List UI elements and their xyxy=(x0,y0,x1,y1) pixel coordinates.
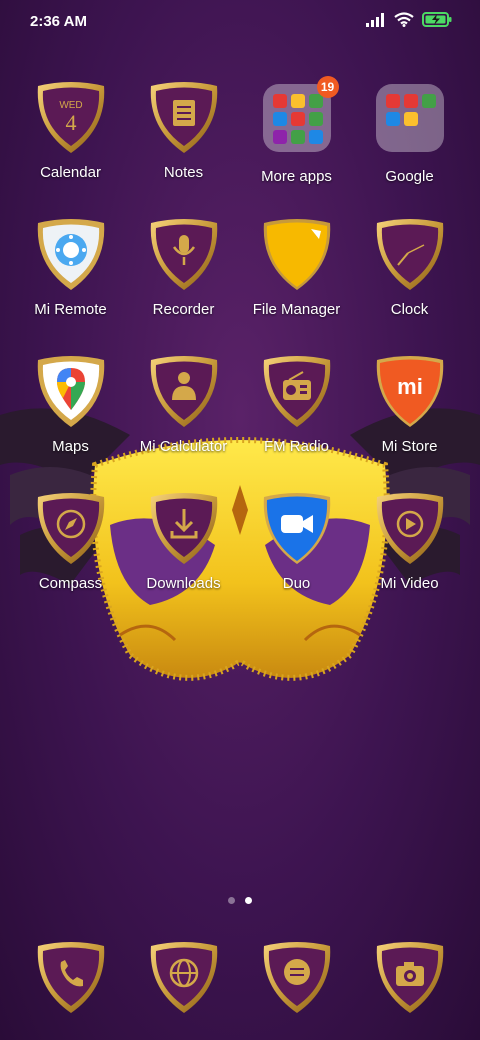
app-label: Mi Remote xyxy=(34,301,107,318)
app-label: Recorder xyxy=(152,301,215,318)
app-label: Duo xyxy=(282,575,311,592)
calendar-date: 4 xyxy=(65,110,76,135)
app-google[interactable]: Google xyxy=(353,80,466,185)
message-icon xyxy=(259,940,335,1016)
app-mi-store[interactable]: mi Mi Store xyxy=(353,354,466,455)
app-clock[interactable]: Clock xyxy=(353,217,466,318)
download-icon xyxy=(146,491,222,567)
app-label: Mi Calculator xyxy=(139,438,228,455)
app-mi-remote[interactable]: Mi Remote xyxy=(14,217,127,318)
page-dot[interactable] xyxy=(228,897,235,904)
app-downloads[interactable]: Downloads xyxy=(127,491,240,592)
calendar-icon: WED 4 xyxy=(33,80,109,156)
file-manager-icon xyxy=(259,217,335,293)
app-file-manager[interactable]: File Manager xyxy=(240,217,353,318)
app-more-apps[interactable]: 19 More apps xyxy=(240,76,353,185)
svg-text:mi: mi xyxy=(397,374,423,399)
play-icon xyxy=(372,491,448,567)
folder-preview xyxy=(375,84,444,152)
wifi-icon xyxy=(394,12,414,27)
radio-icon xyxy=(259,354,335,430)
folder-preview: 19 xyxy=(262,76,339,152)
battery-charging-icon xyxy=(422,12,452,27)
dock-phone-app[interactable] xyxy=(14,940,127,1016)
remote-icon xyxy=(33,217,109,293)
video-camera-icon xyxy=(259,491,335,567)
status-bar: 2:36 AM xyxy=(0,0,480,44)
dock-globe-app[interactable] xyxy=(127,940,240,1016)
signal-icon xyxy=(366,12,384,27)
app-compass[interactable]: Compass xyxy=(14,491,127,592)
app-mi-calculator[interactable]: Mi Calculator xyxy=(127,354,240,455)
app-duo[interactable]: Duo xyxy=(240,491,353,592)
camera-icon xyxy=(372,940,448,1016)
app-label: Mi Video xyxy=(380,575,439,592)
calculator-icon xyxy=(146,354,222,430)
app-label: Calendar xyxy=(40,164,101,181)
app-label: More apps xyxy=(261,168,332,185)
app-label: Clock xyxy=(390,301,429,318)
app-label: Notes xyxy=(163,164,204,181)
dock-camera-app[interactable] xyxy=(353,940,466,1016)
app-mi-video[interactable]: Mi Video xyxy=(353,491,466,592)
app-calendar[interactable]: WED 4 Calendar xyxy=(14,80,127,181)
maps-pin-icon xyxy=(33,354,109,430)
app-notes[interactable]: Notes xyxy=(127,80,240,181)
app-label: FM Radio xyxy=(263,438,330,455)
app-maps[interactable]: Maps xyxy=(14,354,127,455)
folder-icon: 19 xyxy=(259,76,339,160)
mi-store-icon: mi xyxy=(372,354,448,430)
notes-icon xyxy=(146,80,222,156)
microphone-icon xyxy=(146,217,222,293)
globe-icon xyxy=(146,940,222,1016)
dock-message-app[interactable] xyxy=(240,940,353,1016)
page-dot-active[interactable] xyxy=(245,897,252,904)
page-indicator xyxy=(0,897,480,904)
app-label: Mi Store xyxy=(381,438,438,455)
status-time: 2:36 AM xyxy=(30,13,87,30)
compass-icon xyxy=(33,491,109,567)
app-label: Google xyxy=(385,168,434,185)
clock-icon xyxy=(372,217,448,293)
folder-icon xyxy=(372,84,448,160)
app-fm-radio[interactable]: FM Radio xyxy=(240,354,353,455)
app-recorder[interactable]: Recorder xyxy=(127,217,240,318)
app-label: Compass xyxy=(38,575,103,592)
status-icons xyxy=(366,12,452,27)
notification-badge: 19 xyxy=(316,76,339,98)
phone-icon xyxy=(33,940,109,1016)
app-label: Downloads xyxy=(146,575,221,592)
app-label: File Manager xyxy=(252,301,341,318)
app-label: Maps xyxy=(52,438,89,455)
